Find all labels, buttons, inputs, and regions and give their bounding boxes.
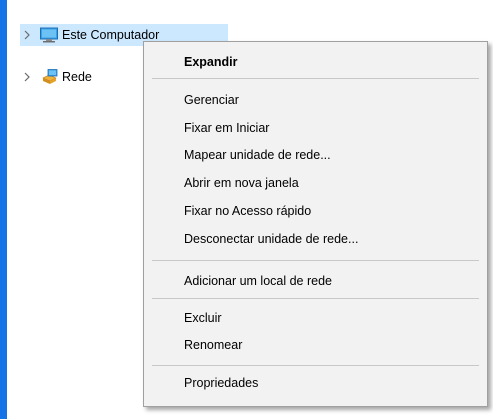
network-icon: [38, 68, 60, 86]
menu-item-gerenciar[interactable]: Gerenciar: [144, 88, 487, 112]
context-menu: Expandir Gerenciar Fixar em Iniciar Mape…: [143, 41, 488, 407]
menu-item-label: Abrir em nova janela: [184, 176, 299, 190]
menu-item-label: Desconectar unidade de rede...: [184, 232, 359, 246]
tree-item-label: Rede: [62, 70, 92, 84]
menu-item-mapear-unidade-de-rede[interactable]: Mapear unidade de rede...: [144, 143, 487, 167]
computer-icon: [38, 26, 60, 44]
menu-item-excluir[interactable]: Excluir: [144, 306, 487, 330]
menu-item-adicionar-local-de-rede[interactable]: Adicionar um local de rede: [144, 269, 487, 293]
menu-item-label: Expandir: [184, 55, 238, 69]
menu-item-label: Propriedades: [184, 376, 259, 390]
menu-separator: [152, 260, 479, 261]
menu-item-label: Adicionar um local de rede: [184, 274, 332, 288]
menu-item-desconectar-unidade-de-rede[interactable]: Desconectar unidade de rede...: [144, 227, 487, 251]
tree-item-label: Este Computador: [62, 28, 160, 42]
menu-item-label: Gerenciar: [184, 93, 239, 107]
menu-item-fixar-no-acesso-rapido[interactable]: Fixar no Acesso rápido: [144, 199, 487, 223]
menu-item-label: Mapear unidade de rede...: [184, 148, 331, 162]
menu-separator: [152, 298, 479, 299]
menu-item-renomear[interactable]: Renomear: [144, 333, 487, 357]
menu-item-label: Excluir: [184, 311, 222, 325]
menu-item-expandir[interactable]: Expandir: [144, 50, 487, 74]
menu-separator: [152, 78, 479, 79]
menu-item-label: Fixar no Acesso rápido: [184, 204, 312, 218]
menu-item-fixar-em-iniciar[interactable]: Fixar em Iniciar: [144, 116, 487, 140]
menu-item-label: Fixar em Iniciar: [184, 121, 270, 135]
menu-item-abrir-em-nova-janela[interactable]: Abrir em nova janela: [144, 171, 487, 195]
menu-item-label: Renomear: [184, 338, 243, 352]
menu-item-propriedades[interactable]: Propriedades: [144, 371, 487, 395]
tree-item-rede[interactable]: Rede: [20, 66, 140, 88]
window-edge-accent: [0, 0, 7, 419]
menu-separator: [152, 365, 479, 366]
chevron-right-icon[interactable]: [20, 72, 34, 82]
chevron-right-icon[interactable]: [20, 30, 34, 40]
